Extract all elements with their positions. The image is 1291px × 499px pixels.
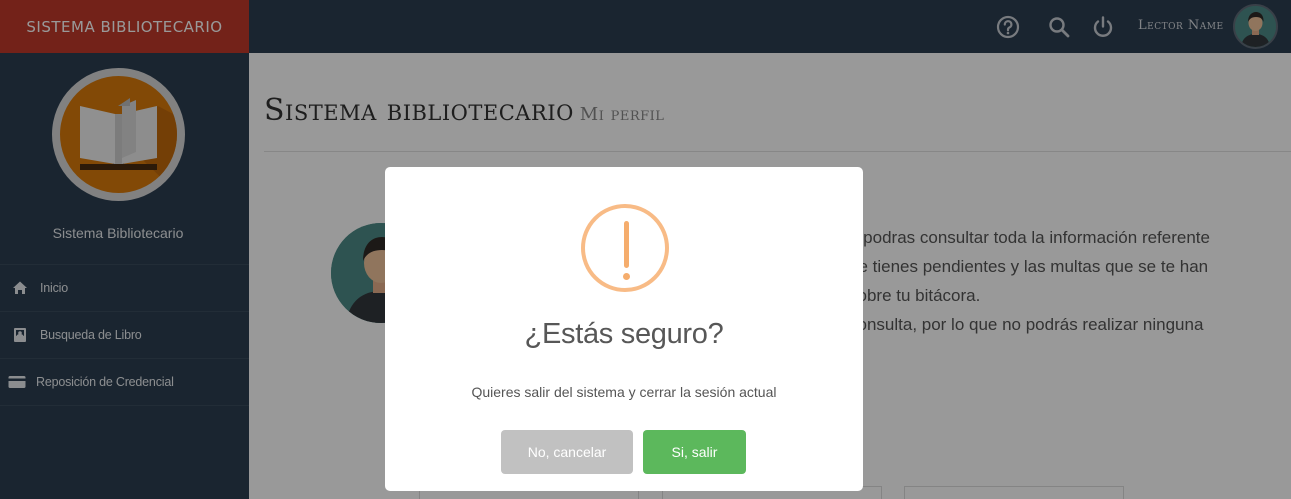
logout-confirm-dialog: ¿Estás seguro? Quieres salir del sistema… — [385, 167, 863, 491]
dialog-message: Quieres salir del sistema y cerrar la se… — [471, 384, 777, 400]
dialog-title: ¿Estás seguro? — [524, 318, 724, 350]
confirm-logout-button[interactable]: Si, salir — [643, 430, 746, 474]
warning-icon — [581, 204, 669, 292]
cancel-button[interactable]: No, cancelar — [501, 430, 633, 474]
